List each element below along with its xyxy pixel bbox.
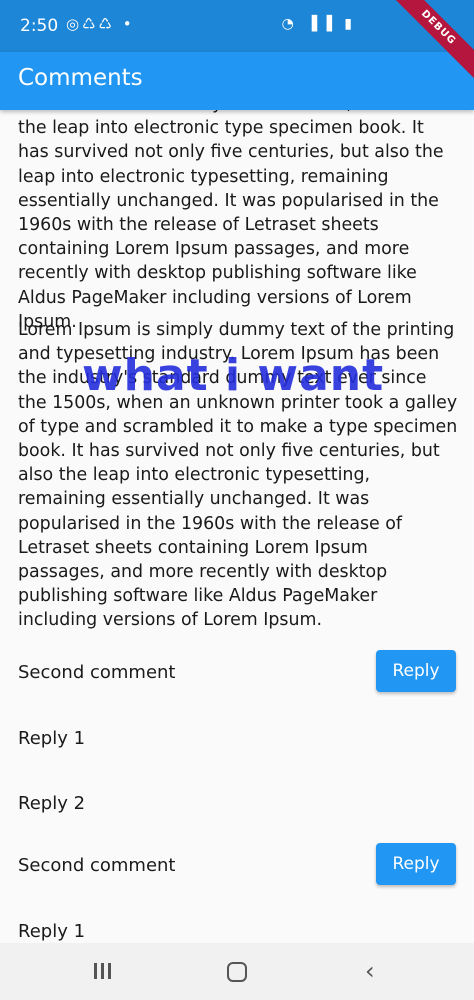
system-nav-bar: ‹	[0, 943, 474, 1000]
debug-ribbon: DEBUG	[381, 0, 474, 85]
reply-label: Reply 2	[18, 793, 86, 814]
reply-row: Reply 1	[0, 716, 474, 764]
back-icon[interactable]: ‹	[365, 957, 375, 985]
reply-row: Reply 1	[0, 909, 474, 943]
notification-icons: ◎♺♺ •	[66, 15, 135, 33]
debug-banner: DEBUG	[374, 0, 474, 100]
comment-row: Second comment Reply	[0, 843, 474, 891]
status-time: 2:50	[20, 16, 59, 36]
comment-label: Second comment	[18, 662, 176, 683]
overlay-annotation: what i want	[82, 350, 385, 401]
comment-row: Second comment Reply	[0, 650, 474, 698]
reply-button[interactable]: Reply	[376, 650, 456, 692]
recents-icon[interactable]	[94, 963, 114, 981]
reply-label: Reply 1	[18, 921, 86, 942]
comment-label: Second comment	[18, 855, 176, 876]
home-icon[interactable]	[227, 962, 247, 982]
reply-row: Reply 2	[0, 781, 474, 829]
page-title: Comments	[18, 65, 143, 91]
comment-text: It has survived not only five centuries,…	[18, 110, 444, 332]
reply-button[interactable]: Reply	[376, 843, 456, 885]
comments-list[interactable]: It has survived not only five centuries,…	[0, 110, 474, 943]
wifi-signal-battery-icons: ◔ ▐▐ ▮	[281, 16, 356, 32]
reply-label: Reply 1	[18, 728, 86, 749]
